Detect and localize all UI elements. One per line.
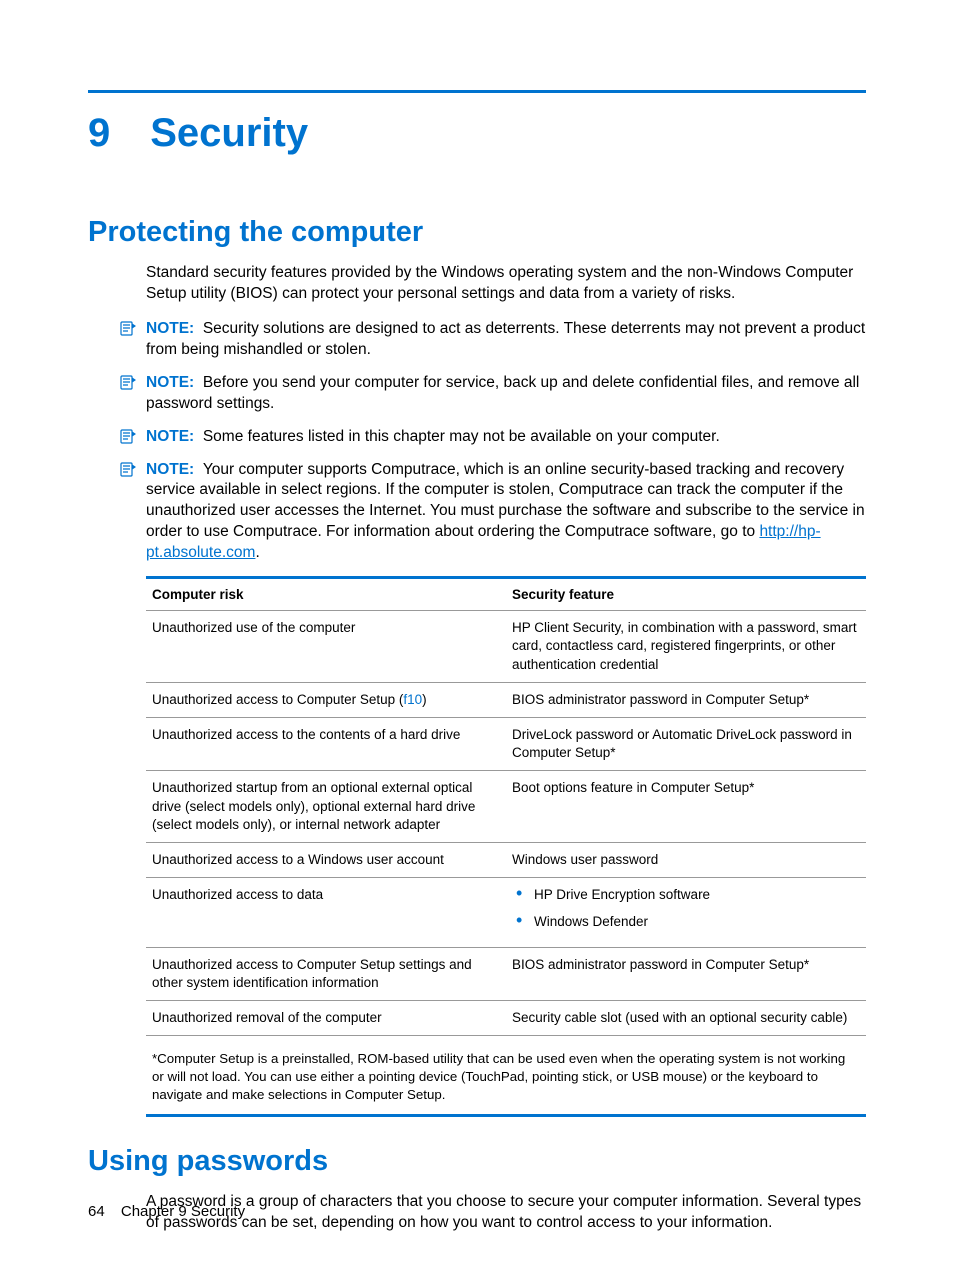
feature-cell: BIOS administrator password in Computer …: [506, 947, 866, 1000]
feature-list-item: Windows Defender: [512, 913, 860, 931]
table-row: Unauthorized startup from an optional ex…: [146, 771, 866, 843]
risk-cell: Unauthorized access to Computer Setup (f…: [146, 682, 506, 717]
note-3: NOTE: Some features listed in this chapt…: [120, 427, 866, 448]
note-2: NOTE: Before you send your computer for …: [120, 373, 866, 415]
note-2-text: Before you send your computer for servic…: [146, 374, 859, 412]
security-table: Computer risk Security feature Unauthori…: [146, 576, 866, 1036]
table-row: Unauthorized access to the contents of a…: [146, 718, 866, 771]
feature-list-item: HP Drive Encryption software: [512, 886, 860, 904]
risk-cell: Unauthorized startup from an optional ex…: [146, 771, 506, 843]
note-icon: [120, 320, 138, 340]
note-icon: [120, 374, 138, 394]
risk-cell: Unauthorized access to the contents of a…: [146, 718, 506, 771]
chapter-title: Security: [150, 111, 308, 156]
note-label: NOTE:: [146, 428, 194, 445]
risk-cell: Unauthorized removal of the computer: [146, 1001, 506, 1036]
note-icon: [120, 461, 138, 481]
feature-cell: Security cable slot (used with an option…: [506, 1001, 866, 1036]
chapter-header: 9 Security: [88, 111, 866, 156]
note-1-text: Security solutions are designed to act a…: [146, 320, 865, 358]
risk-cell: Unauthorized access to a Windows user ac…: [146, 843, 506, 878]
table-row: Unauthorized access to Computer Setup (f…: [146, 682, 866, 717]
table-row: Unauthorized access to Computer Setup se…: [146, 947, 866, 1000]
f10-key: f10: [403, 692, 422, 707]
feature-cell: HP Drive Encryption software Windows Def…: [506, 878, 866, 947]
table-header-risk: Computer risk: [146, 579, 506, 611]
section-protecting-heading: Protecting the computer: [88, 216, 866, 249]
footer-text: Chapter 9 Security: [121, 1203, 245, 1220]
note-1: NOTE: Security solutions are designed to…: [120, 319, 866, 361]
table-header-feature: Security feature: [506, 579, 866, 611]
table-row: Unauthorized removal of the computer Sec…: [146, 1001, 866, 1036]
note-4-text-b: .: [255, 544, 259, 561]
section-passwords-intro: A password is a group of characters that…: [146, 1192, 866, 1234]
feature-cell: BIOS administrator password in Computer …: [506, 682, 866, 717]
risk-cell: Unauthorized use of the computer: [146, 611, 506, 683]
feature-cell: Boot options feature in Computer Setup*: [506, 771, 866, 843]
note-icon: [120, 428, 138, 448]
top-rule: [88, 90, 866, 93]
table-row: Unauthorized access to data HP Drive Enc…: [146, 878, 866, 947]
feature-cell: Windows user password: [506, 843, 866, 878]
table-row: Unauthorized use of the computer HP Clie…: [146, 611, 866, 683]
table-footnote: *Computer Setup is a preinstalled, ROM-b…: [146, 1044, 866, 1117]
note-label: NOTE:: [146, 374, 194, 391]
page-footer: 64 Chapter 9 Security: [88, 1203, 245, 1220]
page-number: 64: [88, 1203, 105, 1220]
note-4-text-a: Your computer supports Computrace, which…: [146, 461, 865, 541]
feature-cell: DriveLock password or Automatic DriveLoc…: [506, 718, 866, 771]
note-3-text: Some features listed in this chapter may…: [203, 428, 720, 445]
note-label: NOTE:: [146, 320, 194, 337]
note-4: NOTE: Your computer supports Computrace,…: [120, 460, 866, 565]
section-passwords-heading: Using passwords: [88, 1145, 866, 1178]
risk-cell: Unauthorized access to data: [146, 878, 506, 947]
table-row: Unauthorized access to a Windows user ac…: [146, 843, 866, 878]
chapter-number: 9: [88, 111, 110, 156]
risk-cell: Unauthorized access to Computer Setup se…: [146, 947, 506, 1000]
feature-cell: HP Client Security, in combination with …: [506, 611, 866, 683]
note-label: NOTE:: [146, 461, 194, 478]
section-protecting-intro: Standard security features provided by t…: [146, 263, 866, 305]
